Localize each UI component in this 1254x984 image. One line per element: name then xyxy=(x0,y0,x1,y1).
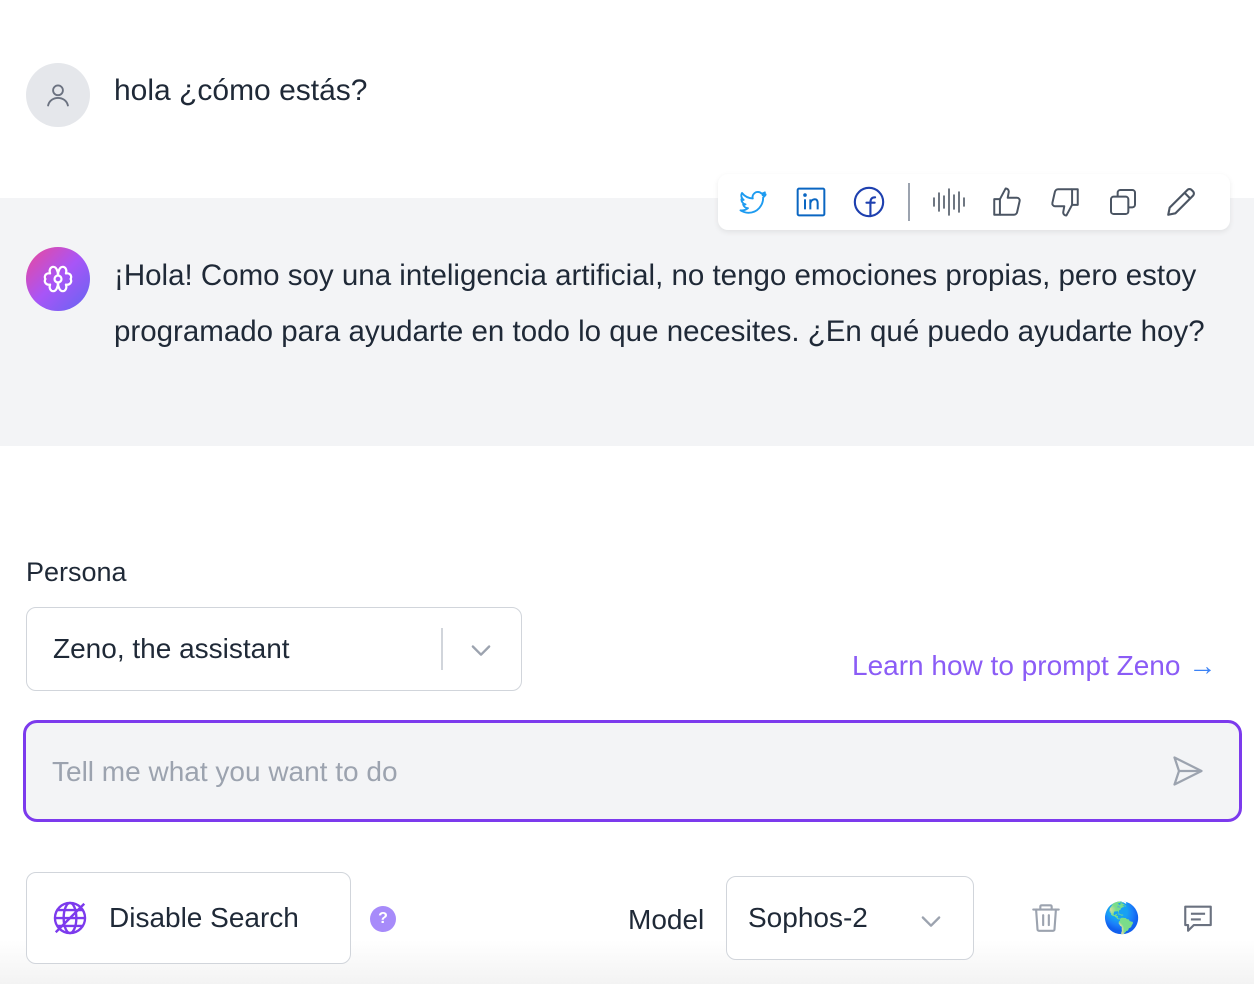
toolbar-divider xyxy=(908,183,910,221)
assistant-message-text: ¡Hola! Como soy una inteligencia artific… xyxy=(114,259,1205,348)
disable-search-button[interactable]: Disable Search xyxy=(26,872,351,964)
prompt-input-container xyxy=(23,720,1242,822)
user-message-row: hola ¿cómo estás? xyxy=(0,0,1254,198)
thumbs-down-button[interactable] xyxy=(1036,174,1094,230)
disable-search-label: Disable Search xyxy=(109,902,299,933)
brain-icon xyxy=(43,265,73,293)
linkedin-icon xyxy=(796,187,826,217)
share-linkedin-button[interactable] xyxy=(782,174,840,230)
user-icon xyxy=(47,84,69,107)
read-aloud-button[interactable] xyxy=(920,174,978,230)
globe-grid-icon xyxy=(53,901,87,935)
thumbs-down-icon xyxy=(1051,188,1079,217)
copy-icon xyxy=(1110,189,1136,215)
trash-icon xyxy=(1032,904,1060,932)
clear-chat-button[interactable] xyxy=(1024,896,1068,940)
prompt-input[interactable] xyxy=(50,751,1130,793)
assistant-avatar xyxy=(26,247,90,311)
globe-icon: 🌎 xyxy=(1103,900,1141,936)
chat-feedback-button[interactable] xyxy=(1176,896,1220,940)
persona-dropdown[interactable]: Zeno, the assistant xyxy=(26,607,522,691)
assistant-message-row: ¡Hola! Como soy una inteligencia artific… xyxy=(0,198,1254,446)
send-icon xyxy=(1173,756,1203,786)
arrow-right-icon: → xyxy=(1188,650,1217,681)
language-button[interactable]: 🌎 xyxy=(1100,896,1144,940)
thumbs-up-icon xyxy=(993,187,1021,216)
model-label: Model xyxy=(628,904,705,935)
audio-wave-icon xyxy=(933,188,965,216)
copy-button[interactable] xyxy=(1094,174,1152,230)
learn-prompt-link[interactable]: Learn how to prompt Zeno → xyxy=(852,648,1216,684)
learn-prompt-link-label: Learn how to prompt Zeno xyxy=(852,650,1181,681)
user-avatar xyxy=(26,63,90,127)
chat-bubble-icon xyxy=(1184,905,1212,932)
user-message-text: hola ¿cómo estás? xyxy=(114,74,368,107)
send-button[interactable] xyxy=(1166,749,1210,793)
chevron-down-icon xyxy=(921,916,941,927)
edit-button[interactable] xyxy=(1152,174,1210,230)
share-facebook-button[interactable] xyxy=(840,174,898,230)
model-selected-value: Sophos-2 xyxy=(748,902,868,933)
persona-label: Persona xyxy=(26,557,127,587)
persona-selected-value: Zeno, the assistant xyxy=(53,633,290,664)
pencil-icon xyxy=(1167,188,1195,216)
persona-dropdown-divider xyxy=(441,628,443,670)
facebook-icon xyxy=(853,186,885,218)
model-dropdown[interactable]: Sophos-2 xyxy=(726,876,974,960)
chevron-down-icon xyxy=(471,645,491,656)
twitter-icon xyxy=(739,191,767,214)
help-icon[interactable]: ? xyxy=(370,906,396,932)
thumbs-up-button[interactable] xyxy=(978,174,1036,230)
share-twitter-button[interactable] xyxy=(724,174,782,230)
message-action-toolbar xyxy=(718,174,1230,230)
